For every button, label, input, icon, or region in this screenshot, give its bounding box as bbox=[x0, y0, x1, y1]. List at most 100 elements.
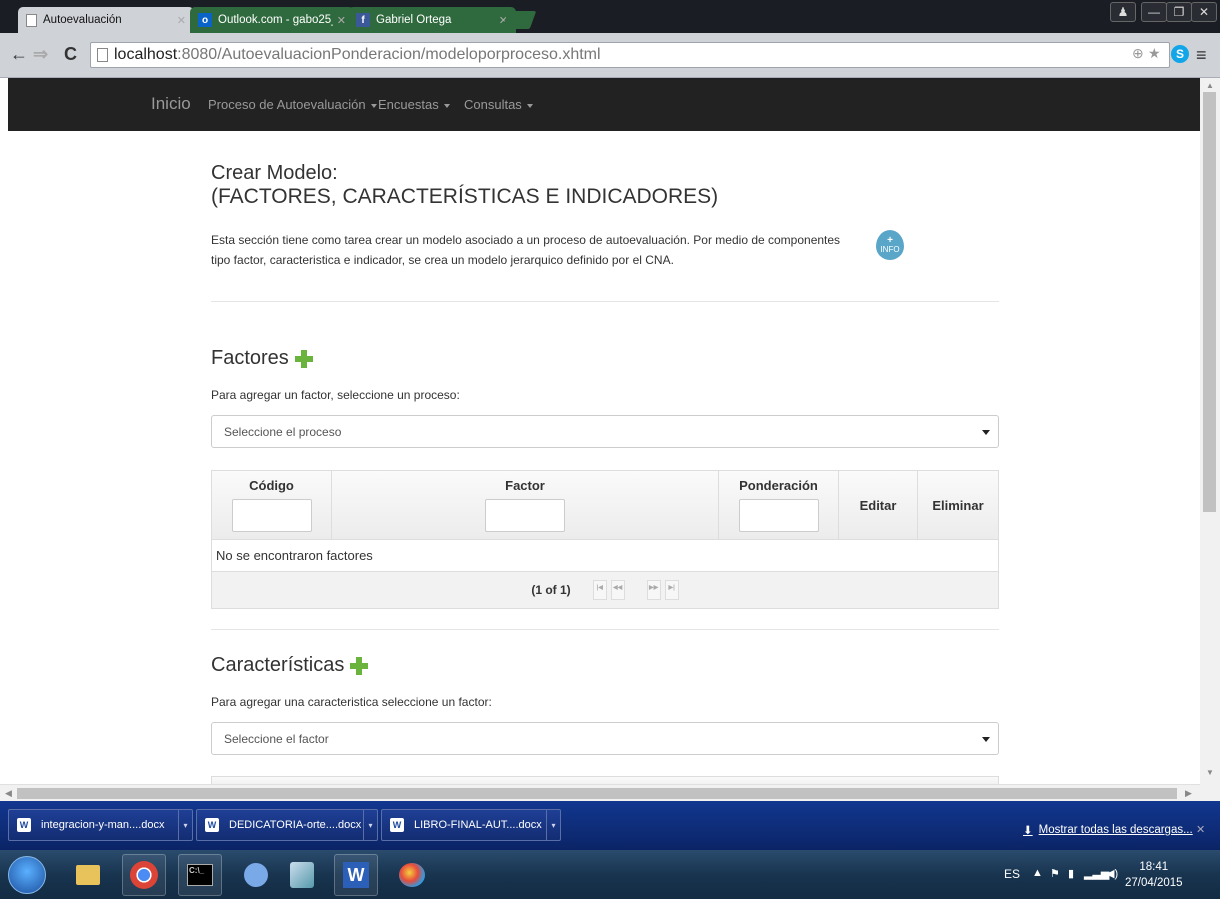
scroll-left-icon[interactable]: ◀ bbox=[5, 788, 12, 799]
clock-date: 27/04/2015 bbox=[1125, 877, 1183, 889]
proceso-select[interactable]: Seleccione el proceso bbox=[211, 415, 999, 448]
address-bar[interactable]: localhost:8080/AutoevaluacionPonderacion… bbox=[90, 42, 1170, 68]
col-factor[interactable]: Factor bbox=[332, 471, 719, 539]
paginator: (1 of 1) |◀ ◀◀ ▶▶ ▶| bbox=[212, 572, 998, 608]
close-icon[interactable]: ✕ bbox=[1196, 823, 1205, 836]
page-title: Crear Modelo: bbox=[211, 162, 338, 184]
caracteristicas-table bbox=[211, 776, 999, 784]
clock-time: 18:41 bbox=[1139, 861, 1169, 873]
caret-down-icon bbox=[526, 103, 533, 108]
menu-icon[interactable]: ≡ bbox=[1196, 45, 1207, 66]
word-doc-icon: W bbox=[205, 818, 219, 832]
word-doc-icon: W bbox=[17, 818, 31, 832]
page-icon bbox=[97, 48, 108, 62]
paint-icon[interactable] bbox=[390, 854, 434, 896]
clock[interactable]: 18:41 27/04/2015 bbox=[1125, 859, 1183, 891]
nav-proceso[interactable]: Proceso de Autoevaluación bbox=[208, 97, 377, 112]
chevron-down-icon bbox=[982, 737, 990, 742]
flag-icon[interactable]: ⚑ bbox=[1050, 867, 1060, 880]
windows-taskbar: C:\_ W ES ▲ ⚑ ▮ ▂▃▅ ◀) 18:41 27/04/2015 bbox=[0, 850, 1220, 899]
col-ponderacion[interactable]: Ponderación bbox=[719, 471, 839, 539]
add-caracteristica-icon[interactable] bbox=[350, 656, 369, 675]
chevron-down-icon bbox=[982, 430, 990, 435]
minimize-button[interactable]: — bbox=[1141, 2, 1167, 22]
page-subtitle: (FACTORES, CARACTERÍSTICAS E INDICADORES… bbox=[211, 185, 719, 208]
download-item[interactable]: W DEDICATORIA-orte....docx ▾ bbox=[196, 809, 378, 841]
cmd-icon[interactable]: C:\_ bbox=[178, 854, 222, 896]
scroll-thumb[interactable] bbox=[1203, 92, 1216, 512]
back-icon[interactable]: ← bbox=[10, 44, 28, 65]
virtualbox-icon[interactable] bbox=[280, 854, 324, 896]
col-codigo[interactable]: Código bbox=[212, 471, 332, 539]
word-icon[interactable]: W bbox=[334, 854, 378, 896]
caret-down-icon bbox=[370, 103, 377, 108]
codigo-filter-input[interactable] bbox=[231, 499, 312, 532]
facebook-icon: f bbox=[356, 13, 370, 27]
download-item[interactable]: W LIBRO-FINAL-AUT....docx ▾ bbox=[381, 809, 561, 841]
reload-icon[interactable]: C bbox=[64, 44, 77, 65]
downloads-bar: W integracion-y-man....docx ▾ W DEDICATO… bbox=[0, 801, 1220, 850]
horizontal-scrollbar[interactable]: ◀ ▶ bbox=[0, 784, 1200, 801]
language-indicator[interactable]: ES bbox=[1004, 867, 1020, 881]
caret-down-icon bbox=[443, 103, 450, 108]
word-doc-icon: W bbox=[390, 818, 404, 832]
close-tab-icon[interactable]: ✕ bbox=[177, 14, 186, 27]
new-tab-button[interactable] bbox=[501, 11, 537, 29]
nav-brand-inicio[interactable]: Inicio bbox=[151, 94, 191, 114]
close-window-button[interactable]: ✕ bbox=[1191, 2, 1217, 22]
divider bbox=[211, 629, 999, 630]
scroll-down-icon[interactable]: ▼ bbox=[1206, 768, 1214, 777]
tab-facebook[interactable]: f Gabriel Ortega ✕ bbox=[348, 7, 516, 33]
caracteristicas-help-text: Para agregar una caracteristica seleccio… bbox=[211, 695, 492, 709]
explorer-icon[interactable] bbox=[66, 854, 110, 896]
nav-consultas[interactable]: Consultas bbox=[464, 97, 533, 112]
factor-filter-input[interactable] bbox=[485, 499, 565, 532]
ponderacion-filter-input[interactable] bbox=[738, 499, 819, 532]
show-hidden-icons[interactable]: ▲ bbox=[1032, 867, 1043, 879]
page-description: Esta sección tiene como tarea crear un m… bbox=[211, 233, 841, 267]
start-button[interactable] bbox=[8, 856, 46, 894]
caracteristicas-heading: Características bbox=[211, 654, 369, 677]
table-header: Código Factor Ponderación Editar Elimina… bbox=[212, 471, 998, 540]
volume-icon[interactable]: ◀) bbox=[1106, 867, 1118, 880]
factores-table: Código Factor Ponderación Editar Elimina… bbox=[211, 470, 999, 609]
page-header: Crear Modelo: (FACTORES, CARACTERÍSTICAS… bbox=[211, 161, 718, 209]
factores-heading: Factores bbox=[211, 347, 313, 370]
netbeans-icon[interactable] bbox=[234, 854, 278, 896]
site-navbar: Inicio Proceso de Autoevaluación Encuest… bbox=[8, 78, 1200, 131]
forward-icon[interactable]: ⇒ bbox=[33, 44, 48, 65]
zoom-icon[interactable]: ⊕ bbox=[1132, 45, 1144, 62]
scroll-thumb[interactable] bbox=[17, 788, 1177, 799]
add-factor-icon[interactable] bbox=[294, 349, 313, 368]
prev-page-icon[interactable]: ◀◀ bbox=[610, 580, 625, 600]
show-all-downloads-link[interactable]: ⬇ Mostrar todas las descargas... bbox=[1023, 823, 1193, 837]
chevron-down-icon[interactable]: ▾ bbox=[546, 810, 560, 840]
maximize-button[interactable]: ❐ bbox=[1166, 2, 1192, 22]
info-icon[interactable]: + INFO bbox=[876, 230, 904, 260]
last-page-icon[interactable]: ▶| bbox=[664, 580, 679, 600]
first-page-icon[interactable]: |◀ bbox=[592, 580, 607, 600]
factor-select[interactable]: Seleccione el factor bbox=[211, 722, 999, 755]
scroll-right-icon[interactable]: ▶ bbox=[1185, 788, 1192, 799]
close-tab-icon[interactable]: ✕ bbox=[337, 14, 346, 27]
scroll-up-icon[interactable]: ▲ bbox=[1206, 81, 1214, 90]
browser-titlebar: Autoevaluación ✕ o Outlook.com - gabo25_… bbox=[0, 0, 1220, 33]
chevron-down-icon[interactable]: ▾ bbox=[363, 810, 377, 840]
nav-encuestas[interactable]: Encuestas bbox=[378, 97, 450, 112]
chevron-down-icon[interactable]: ▾ bbox=[178, 810, 192, 840]
battery-icon[interactable]: ▮ bbox=[1068, 867, 1074, 880]
user-icon[interactable]: ♟ bbox=[1110, 2, 1136, 22]
tab-autoevaluacion[interactable]: Autoevaluación ✕ bbox=[18, 7, 194, 33]
vertical-scrollbar[interactable]: ▲ ▼ bbox=[1200, 78, 1220, 784]
skype-icon[interactable]: S bbox=[1171, 45, 1189, 63]
bookmark-star-icon[interactable]: ★ bbox=[1148, 45, 1161, 62]
download-item[interactable]: W integracion-y-man....docx ▾ bbox=[8, 809, 193, 841]
system-tray: ES ▲ ⚑ ▮ ▂▃▅ ◀) 18:41 27/04/2015 bbox=[1000, 850, 1220, 899]
browser-toolbar: ← ⇒ C localhost:8080/AutoevaluacionPonde… bbox=[0, 33, 1220, 78]
chrome-icon[interactable] bbox=[122, 854, 166, 896]
tab-outlook[interactable]: o Outlook.com - gabo25_12 ✕ bbox=[190, 7, 354, 33]
next-page-icon[interactable]: ▶▶ bbox=[646, 580, 661, 600]
empty-message: No se encontraron factores bbox=[212, 540, 998, 572]
page-icon bbox=[26, 13, 37, 27]
page-report: (1 of 1) bbox=[531, 583, 571, 597]
